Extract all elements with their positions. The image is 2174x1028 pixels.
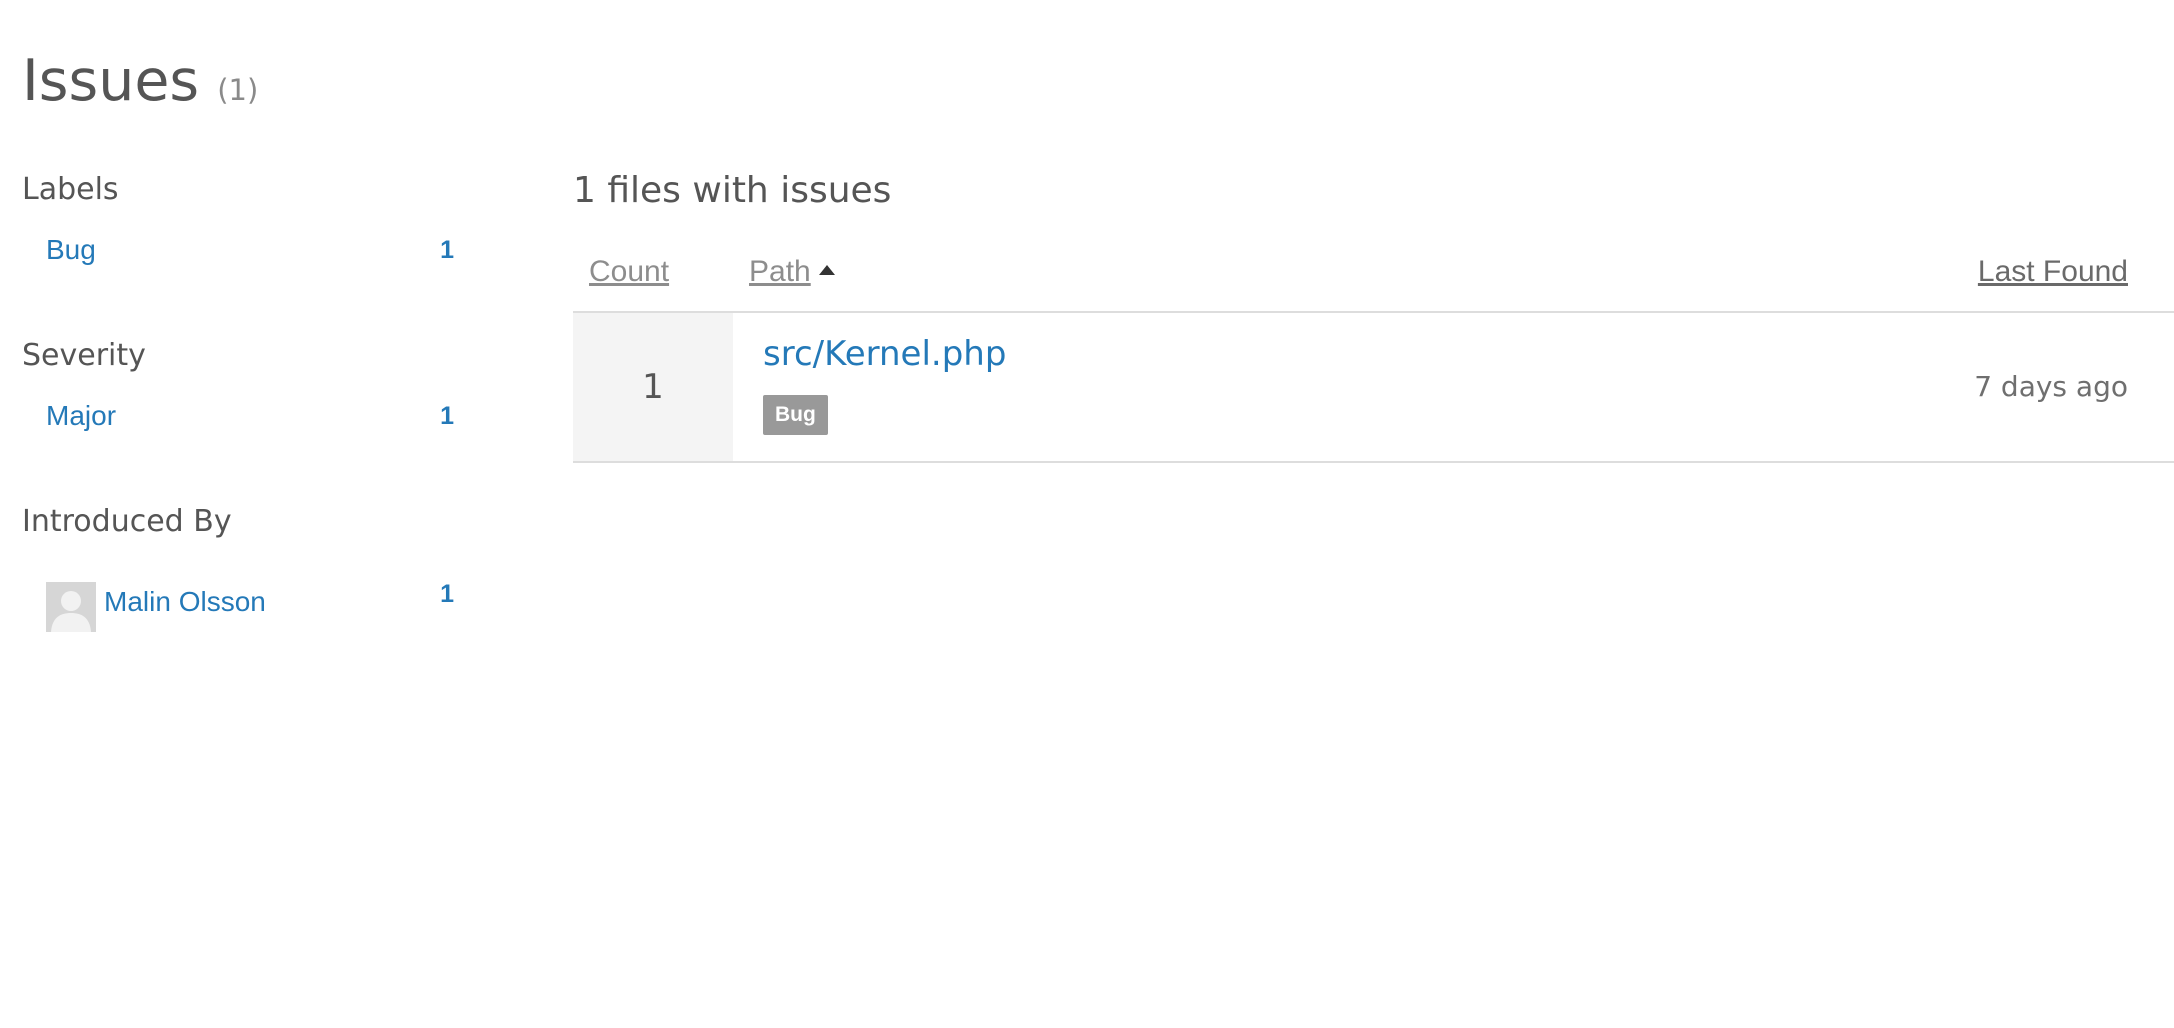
table-row: 1 src/Kernel.php Bug 7 days ago xyxy=(573,313,2174,463)
page-title-count: (1) xyxy=(217,73,259,107)
page-title: Issues (1) xyxy=(22,46,258,125)
facet-item-severity-major[interactable]: Major 1 xyxy=(46,396,454,446)
facet-item-author-malin-olsson[interactable]: Malin Olsson 1 xyxy=(46,580,454,632)
facet-author-malin-olsson-link[interactable]: Malin Olsson xyxy=(104,582,266,622)
column-header-path[interactable]: Path xyxy=(749,253,835,291)
files-with-issues-heading: 1 files with issues xyxy=(573,170,892,211)
column-header-path-label[interactable]: Path xyxy=(749,255,811,288)
table-header: Count Path Last Found xyxy=(573,235,2174,313)
issues-table: Count Path Last Found 1 src/Kernel.php B… xyxy=(573,235,2174,463)
last-found-time: 7 days ago xyxy=(1974,370,2128,403)
facet-item-label-bug[interactable]: Bug 1 xyxy=(46,230,454,280)
severity-heading: Severity xyxy=(22,338,146,373)
labels-heading: Labels xyxy=(22,172,119,207)
facet-author-malin-olsson-count: 1 xyxy=(440,580,454,608)
issue-count-cell: 1 xyxy=(573,313,733,461)
file-path-link[interactable]: src/Kernel.php xyxy=(763,331,1006,377)
bug-label-badge: Bug xyxy=(763,395,828,435)
user-silhouette-icon xyxy=(46,582,96,632)
sort-ascending-icon xyxy=(818,265,835,276)
facet-label-bug-count: 1 xyxy=(440,236,454,264)
user-avatar-icon[interactable] xyxy=(46,582,96,632)
facet-severity-major-count: 1 xyxy=(440,402,454,430)
column-header-last-found[interactable]: Last Found xyxy=(1978,253,2128,291)
page-title-text: Issues xyxy=(22,48,200,114)
facet-severity-major-link[interactable]: Major xyxy=(46,396,116,436)
introduced-by-heading: Introduced By xyxy=(22,504,232,539)
facet-label-bug-link[interactable]: Bug xyxy=(46,230,96,270)
column-header-count[interactable]: Count xyxy=(589,253,669,291)
